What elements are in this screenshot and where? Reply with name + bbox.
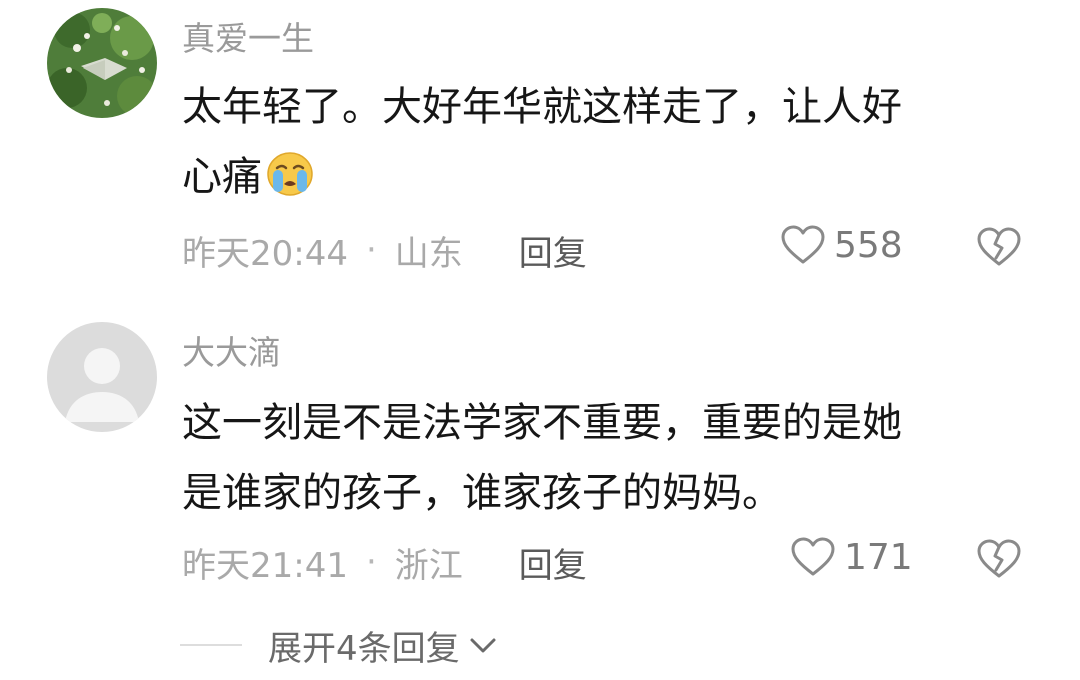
like-button[interactable]: 558 [780, 224, 903, 266]
comment-time: 昨天21:41 [182, 545, 348, 586]
comment-region: 浙江 [394, 545, 463, 586]
reply-button[interactable]: 回复 [519, 538, 587, 587]
avatar-photo-icon [47, 8, 157, 118]
comment-region: 山东 [394, 233, 463, 274]
crying-face-icon [267, 152, 313, 196]
broken-heart-icon [977, 539, 1021, 578]
avatar[interactable] [47, 8, 157, 118]
expand-replies-button[interactable]: 展开4条回复 [180, 620, 498, 670]
like-count: 171 [844, 536, 913, 578]
comment-text: 这一刻是不是法学家不重要，重要的是她 是谁家的孩子，谁家孩子的妈妈。 [182, 400, 902, 516]
comment-meta: 昨天20:44 · 山东 回复 [182, 226, 1032, 275]
comment-time: 昨天20:44 [182, 233, 348, 274]
chevron-down-icon [470, 638, 496, 653]
username[interactable]: 真爱一生 [182, 22, 314, 55]
like-count: 558 [834, 224, 903, 266]
dislike-button[interactable] [976, 538, 1022, 584]
avatar[interactable] [47, 322, 157, 432]
comment-text: 太年轻了。大好年华就这样走了，让人好 心痛 [182, 72, 1012, 212]
broken-heart-icon [977, 227, 1021, 266]
divider-line [180, 644, 242, 646]
username[interactable]: 大大滴 [182, 336, 281, 369]
dislike-button[interactable] [976, 226, 1022, 272]
heart-icon [791, 537, 835, 576]
meta-separator: · [365, 542, 377, 582]
like-button[interactable]: 171 [790, 536, 913, 578]
heart-icon [781, 225, 825, 264]
expand-replies-label: 展开4条回复 [268, 628, 460, 669]
default-avatar-icon [47, 322, 157, 432]
meta-separator: · [365, 230, 377, 270]
reply-button[interactable]: 回复 [519, 226, 587, 275]
